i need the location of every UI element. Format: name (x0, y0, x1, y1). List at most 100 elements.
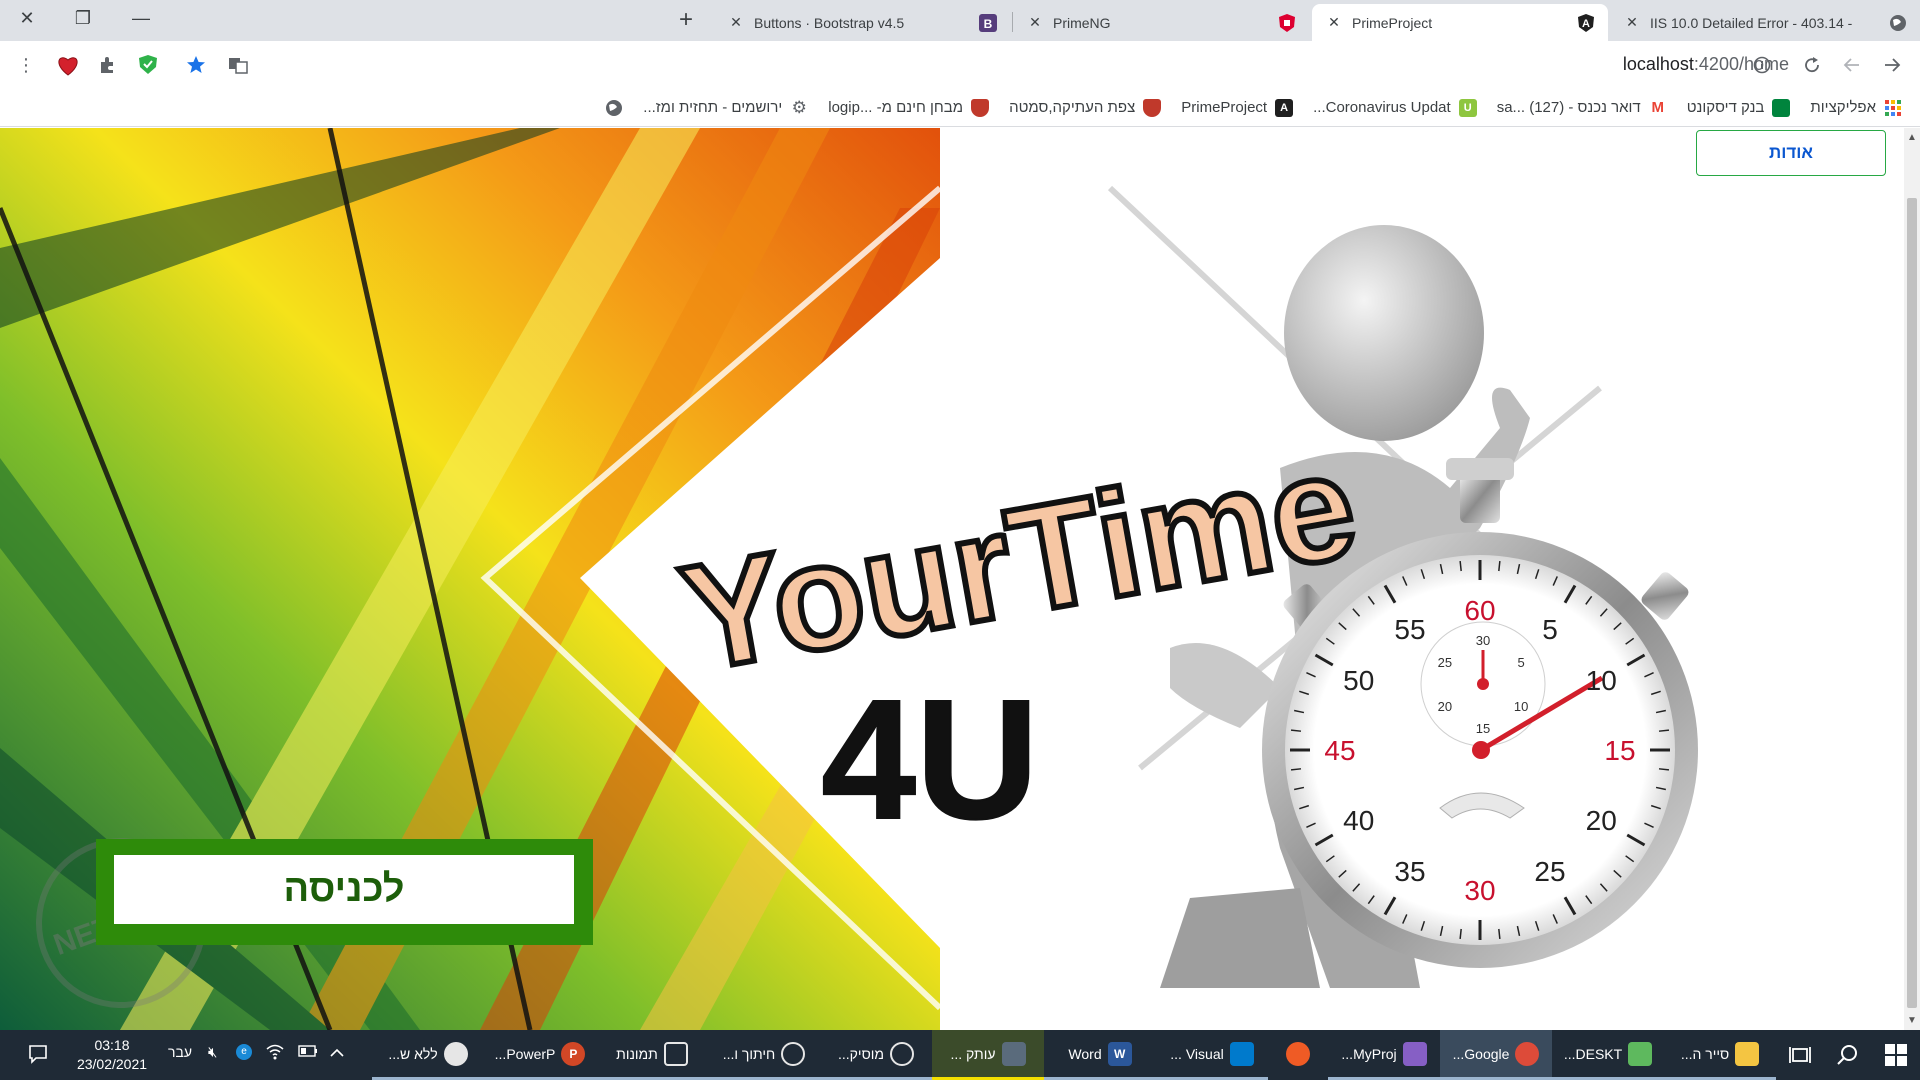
bookmark-primeproject[interactable]: A PrimeProject (1171, 98, 1303, 117)
task-view-icon[interactable] (1776, 1030, 1824, 1080)
back-arrow-icon[interactable] (1836, 49, 1868, 81)
bookmark-apps[interactable]: אפליקציות (1800, 99, 1912, 117)
shield-favicon-icon (1277, 13, 1297, 33)
about-button[interactable]: אודות (1696, 130, 1886, 176)
windows-start-icon[interactable] (1872, 1030, 1920, 1080)
bookmarks-bar: אפליקציות בנק דיסקונט M דואר נכנס - sa..… (0, 89, 1920, 127)
window-close-button[interactable]: ✕ (4, 0, 50, 36)
taskbar-file-explorer[interactable]: סייר ה... (1664, 1030, 1776, 1080)
subdial-number: 10 (1514, 699, 1528, 714)
bookmark-label: אפליקציות (1810, 99, 1876, 116)
tab-strip: ✕ ❐ — + ✕ Buttons · Bootstrap v4.5 B ✕ P… (0, 0, 1920, 41)
visual-studio-icon (1402, 1041, 1427, 1066)
bookmark-globe[interactable] (595, 99, 633, 117)
tab-primeproject[interactable]: ✕ PrimeProject A (1312, 4, 1608, 41)
search-icon[interactable] (1824, 1030, 1872, 1080)
browser-toolbar: ⋮ localhost:4200/home (0, 41, 1920, 89)
scroll-down-arrow-icon[interactable]: ▼ (1907, 1015, 1917, 1026)
dial-number: 15 (1604, 735, 1635, 766)
dial-tick (1459, 928, 1462, 940)
chrome-icon (1515, 1041, 1540, 1066)
page-scrollbar[interactable]: ▲ ▼ (1904, 128, 1920, 1030)
bookmark-label: Coronavirus Updat... (1313, 99, 1451, 116)
battery-icon[interactable] (298, 1044, 318, 1061)
angular-icon: A (1275, 98, 1294, 117)
taskbar-movie-editor[interactable]: עותק ... (932, 1030, 1044, 1080)
tab-iis-error[interactable]: ✕ IIS 10.0 Detailed Error - 403.14 - (1610, 4, 1920, 41)
tab-title: Buttons · Bootstrap v4.5 (754, 14, 905, 31)
scroll-thumb[interactable] (1907, 198, 1917, 1008)
forward-arrow-icon[interactable] (1876, 49, 1908, 81)
clock[interactable]: 03:18 23/02/2021 (70, 1036, 154, 1074)
reload-icon[interactable] (1796, 49, 1828, 81)
dial-number: 40 (1343, 805, 1374, 836)
puzzle-icon[interactable] (92, 49, 124, 81)
dial-number: 35 (1394, 856, 1425, 887)
tab-title: IIS 10.0 Detailed Error - 403.14 - (1650, 14, 1853, 31)
menu-kebab-icon[interactable]: ⋮ (10, 49, 42, 81)
dial-tick (1658, 729, 1670, 732)
dial-number: 20 (1586, 805, 1617, 836)
bookmark-discount-bank[interactable]: בנק דיסקונט (1677, 98, 1801, 117)
new-tab-button[interactable]: + (668, 6, 704, 34)
groove-music-icon (890, 1041, 914, 1066)
windows-taskbar: סייר ה... DESKT... Google... MyProj... V… (0, 1030, 1920, 1080)
taskbar-photos[interactable]: תמונות (596, 1030, 708, 1080)
taskbar-snip-sketch[interactable]: חיתוך ו... (708, 1030, 820, 1080)
enter-button[interactable]: לכניסה (114, 855, 574, 924)
tab-bootstrap[interactable]: ✕ Buttons · Bootstrap v4.5 B (714, 4, 1010, 41)
bookmark-logip[interactable]: מבחן חינם מ- ...logip (818, 98, 999, 117)
bookmark-coronavirus[interactable]: U Coronavirus Updat... (1303, 98, 1487, 117)
tab-title: PrimeProject (1352, 14, 1433, 31)
taskbar-postman[interactable] (1268, 1030, 1328, 1080)
close-tab-icon[interactable]: ✕ (1324, 14, 1344, 31)
taskbar-powerpoint[interactable]: P PowerP... (484, 1030, 596, 1080)
taskbar-label: MyProj... (1341, 1045, 1397, 1062)
taskbar-vscode[interactable]: Visual ... (1156, 1030, 1268, 1080)
bookmark-gmail[interactable]: M דואר נכנס - sa... (127) (1487, 98, 1677, 117)
shield-icon (971, 98, 990, 117)
gear-icon: ⚙ (790, 97, 809, 117)
scroll-up-arrow-icon[interactable]: ▲ (1907, 132, 1917, 143)
site-info-icon[interactable] (1746, 49, 1778, 81)
dial-number: 50 (1343, 665, 1374, 696)
taskbar-visual-studio[interactable]: MyProj... (1328, 1030, 1440, 1080)
window-minimize-button[interactable]: — (118, 0, 164, 36)
logo-line2: 4U (821, 665, 1038, 855)
address-bar[interactable] (240, 47, 1784, 83)
taskbar-remote-desktop[interactable]: DESKT... (1552, 1030, 1664, 1080)
subdial-number: 30 (1476, 633, 1490, 648)
chevron-up-icon[interactable] (330, 1044, 344, 1061)
taskbar-chrome[interactable]: Google... (1440, 1030, 1552, 1080)
speaker-muted-icon[interactable]: 🔇︎ (208, 1044, 217, 1061)
window-restore-button[interactable]: ❐ (60, 0, 106, 36)
bookmark-label: PrimeProject (1181, 99, 1268, 116)
dial-number: 55 (1394, 614, 1425, 645)
taskbar-word[interactable]: W Word (1044, 1030, 1156, 1080)
input-language[interactable]: עבר (168, 1044, 192, 1060)
remote-desktop-icon (1628, 1041, 1653, 1066)
angular-favicon-icon: A (1576, 13, 1596, 33)
dial-number: 10 (1586, 665, 1617, 696)
translate-icon[interactable] (222, 49, 254, 81)
notifications-icon[interactable] (28, 1044, 48, 1069)
subdial-number: 15 (1476, 721, 1490, 736)
taskbar-groove-music[interactable]: מוסיק... (820, 1030, 932, 1080)
shield-extension-icon[interactable] (132, 49, 164, 81)
star-icon[interactable] (180, 49, 212, 81)
tab-title: PrimeNG (1053, 14, 1111, 31)
close-tab-icon[interactable]: ✕ (1025, 14, 1045, 31)
wifi-icon[interactable] (266, 1044, 284, 1064)
taskbar-paint[interactable]: ללא ש... (372, 1030, 484, 1080)
bookmark-tzfat[interactable]: צפת העתיקה,סמטה (999, 98, 1171, 117)
heart-extension-icon[interactable] (52, 49, 84, 81)
cloud-sync-icon[interactable]: e (236, 1044, 252, 1060)
taskbar-label: עותק ... (950, 1045, 996, 1062)
close-tab-icon[interactable]: ✕ (1622, 14, 1642, 31)
postman-icon (1286, 1041, 1310, 1066)
tab-primeng[interactable]: ✕ PrimeNG (1013, 4, 1309, 41)
bank-icon (1772, 98, 1791, 117)
bookmark-weather[interactable]: ⚙ ירושמים - תחזית ומז... (633, 97, 818, 117)
shield-icon (1143, 98, 1162, 117)
close-tab-icon[interactable]: ✕ (726, 14, 746, 31)
